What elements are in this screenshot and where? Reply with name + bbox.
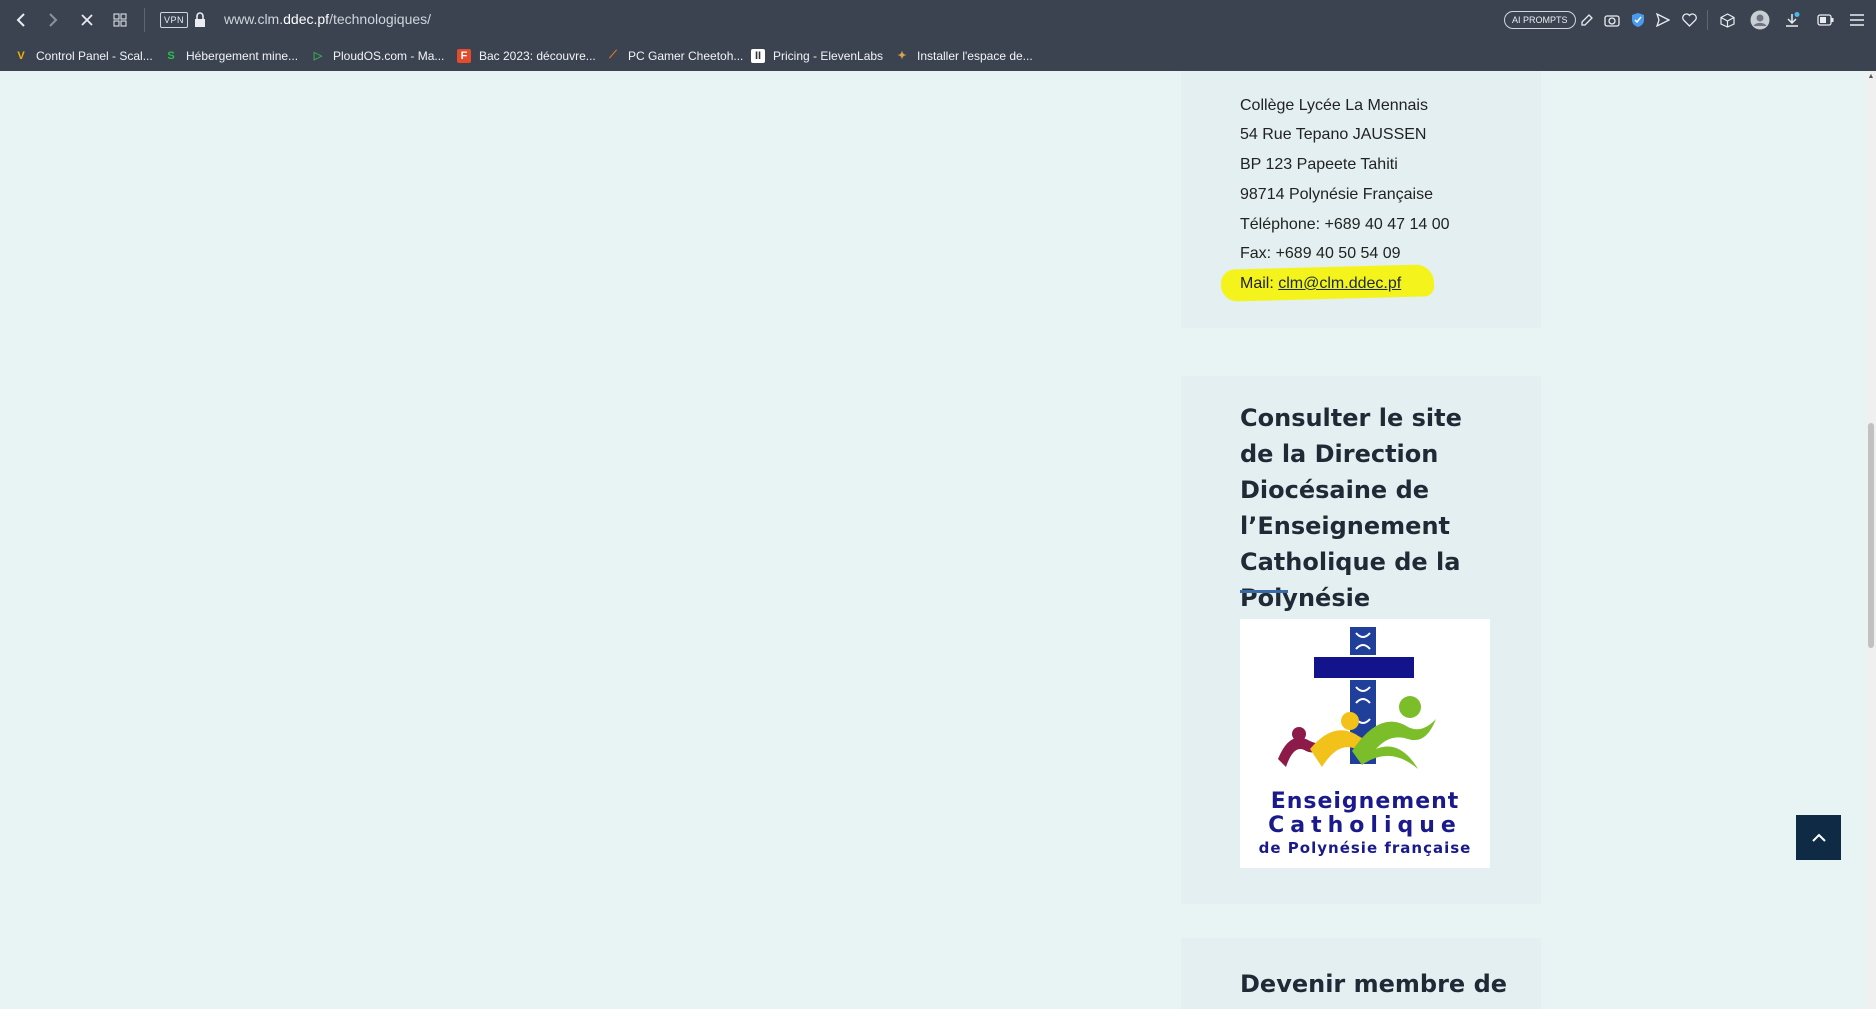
bookmark-item[interactable]: ▷ PloudOS.com - Ma... — [311, 40, 445, 71]
shield-icon[interactable] — [1628, 10, 1648, 30]
back-icon[interactable] — [10, 9, 32, 31]
address-line-postal: 98714 Polynésie Française — [1240, 186, 1434, 203]
bookmark-item[interactable]: ⟋ PC Gamer Cheetoh... — [606, 40, 743, 71]
address-line-po-box: BP 123 Papeete Tahiti — [1240, 156, 1398, 173]
bookmark-label: PloudOS.com - Ma... — [333, 48, 445, 63]
browser-toolbar: VPN www.clm.ddec.pf/technologiques/ AI P… — [0, 0, 1876, 71]
bookmark-favicon-icon: ▷ — [313, 50, 323, 62]
scroll-up-arrow-icon[interactable]: ▲ — [1866, 73, 1876, 80]
scrollbar-thumb[interactable] — [1868, 423, 1874, 648]
bookmark-label: Installer l'espace de... — [917, 48, 1033, 63]
bookmark-favicon-icon: ✦ — [897, 50, 907, 62]
bookmark-item[interactable]: F Bac 2023: découvre... — [457, 40, 596, 71]
stop-loading-icon[interactable] — [76, 9, 98, 31]
logo-text-line3: de Polynésie française — [1258, 839, 1472, 857]
ai-prompts-button[interactable]: AI PROMPTS — [1504, 11, 1576, 29]
lock-icon[interactable] — [194, 12, 206, 28]
diocese-widget: Consulter le site de la Direction Diocés… — [1181, 376, 1541, 904]
bookmark-item[interactable]: V Control Panel - Scal... — [14, 40, 153, 71]
bookmark-item[interactable]: S Hébergement mine... — [164, 40, 298, 71]
toolbar-divider — [1707, 10, 1708, 30]
mail-label: Mail: — [1240, 275, 1279, 292]
ddec-logo-link[interactable]: Enseignement Catholique de Polynésie fra… — [1240, 619, 1490, 868]
profile-avatar-icon[interactable] — [1750, 10, 1770, 30]
bookmark-favicon-icon: F — [457, 48, 471, 63]
menu-icon[interactable] — [1847, 10, 1867, 30]
bookmark-label: Hébergement mine... — [186, 48, 299, 63]
camera-icon[interactable] — [1602, 10, 1622, 30]
bookmarks-bar: V Control Panel - Scal... S Hébergement mi… — [0, 40, 1876, 71]
edit-icon[interactable] — [1577, 10, 1597, 30]
back-to-top-button[interactable] — [1796, 815, 1841, 860]
membership-widget-title: Devenir membre de — [1240, 970, 1508, 998]
logo-text-line1: Enseignement — [1270, 789, 1460, 814]
address-line-street: 54 Rue Tepano JAUSSEN — [1240, 126, 1427, 143]
cube-icon[interactable] — [1717, 10, 1737, 30]
bookmark-label: Bac 2023: découvre... — [479, 48, 596, 63]
address-line-phone: Téléphone: +689 40 47 14 00 — [1240, 216, 1450, 233]
membership-widget: Devenir membre de — [1181, 938, 1541, 1009]
address-line-school: Collège Lycée La Mennais — [1240, 97, 1428, 114]
url-field[interactable]: www.clm.ddec.pf/technologiques/ — [224, 11, 431, 27]
bookmark-label: Control Panel - Scal... — [36, 48, 153, 63]
diocese-widget-title: Consulter le site de la Direction Diocés… — [1240, 404, 1462, 648]
tabs-grid-icon[interactable] — [109, 9, 131, 31]
bookmark-label: Pricing - ElevenLabs — [773, 48, 884, 63]
title-underline — [1240, 590, 1288, 593]
download-icon[interactable] — [1782, 10, 1802, 30]
toolbar-divider — [144, 8, 145, 32]
address-line-mail: Mail: clm@clm.ddec.pf — [1240, 275, 1401, 293]
logo-text-line2: Catholique — [1268, 813, 1462, 838]
bookmark-favicon-icon: II — [751, 48, 765, 63]
battery-saver-icon[interactable] — [1815, 10, 1835, 30]
address-line-fax: Fax: +689 40 50 54 09 — [1240, 245, 1401, 262]
bookmark-item[interactable]: ✦ Installer l'espace de... — [895, 40, 1033, 71]
url-host: ddec.pf — [283, 11, 330, 27]
vpn-badge[interactable]: VPN — [160, 12, 189, 28]
chevron-up-icon — [1811, 833, 1826, 842]
bookmark-favicon-icon: V — [17, 49, 25, 62]
mail-link[interactable]: clm@clm.ddec.pf — [1278, 275, 1401, 292]
bookmark-item[interactable]: II Pricing - ElevenLabs — [751, 40, 883, 71]
send-icon[interactable] — [1653, 10, 1673, 30]
url-prefix: www.clm. — [224, 11, 284, 27]
url-path: /technologiques/ — [329, 11, 432, 27]
bookmark-label: PC Gamer Cheetoh... — [628, 48, 744, 63]
bookmark-favicon-icon: S — [167, 49, 175, 62]
contact-address-widget: Collège Lycée La Mennais 54 Rue Tepano J… — [1181, 71, 1541, 328]
address-bar-row: VPN www.clm.ddec.pf/technologiques/ AI P… — [0, 0, 1876, 40]
page-scrollbar[interactable]: ▲ — [1866, 71, 1876, 1009]
ddec-logo-graphic — [1278, 627, 1436, 769]
forward-icon[interactable] — [42, 9, 64, 31]
heart-icon[interactable] — [1679, 10, 1699, 30]
bookmark-favicon-icon: ⟋ — [609, 49, 617, 61]
